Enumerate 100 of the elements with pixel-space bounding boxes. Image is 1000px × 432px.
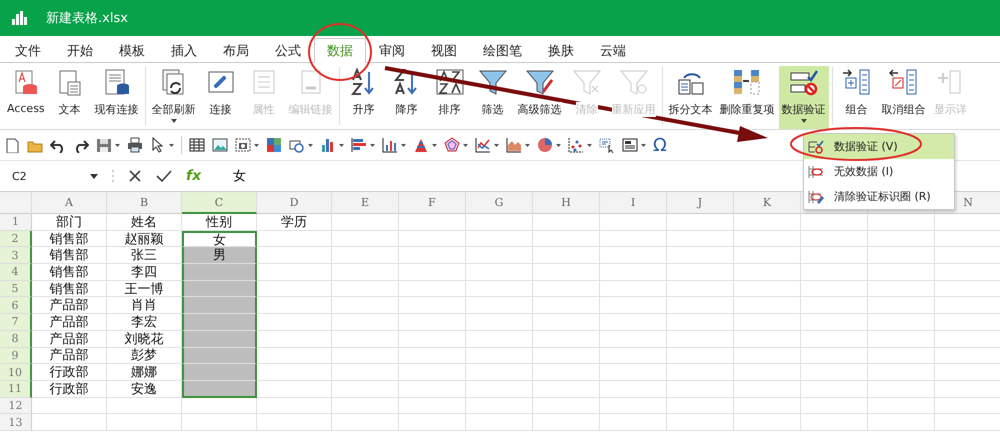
pie-chart-icon[interactable] bbox=[537, 137, 553, 153]
caret-icon[interactable] bbox=[308, 144, 313, 146]
funnel-refresh-icon bbox=[618, 68, 649, 96]
table-cell[interactable]: 性别 bbox=[182, 214, 257, 231]
column-header[interactable]: C bbox=[182, 192, 257, 214]
column-header[interactable]: G bbox=[466, 192, 533, 214]
caret-icon[interactable] bbox=[115, 144, 120, 146]
scatter-chart-icon[interactable] bbox=[568, 137, 584, 153]
symbol-button[interactable]: Ω bbox=[653, 134, 667, 156]
table-cell[interactable]: 姓名 bbox=[107, 214, 182, 231]
camera-icon[interactable] bbox=[235, 137, 251, 153]
table-cell[interactable]: 产品部 bbox=[32, 330, 107, 348]
menu-item[interactable]: 无效数据 (I) bbox=[804, 159, 954, 184]
column-header[interactable]: J bbox=[667, 192, 734, 214]
printer-icon[interactable] bbox=[127, 137, 143, 153]
row-header[interactable]: 12 bbox=[0, 398, 32, 414]
row-header[interactable]: 11 bbox=[0, 380, 32, 398]
column-header[interactable]: E bbox=[332, 192, 399, 214]
caret-icon[interactable] bbox=[494, 144, 499, 146]
table-cell[interactable] bbox=[182, 264, 257, 281]
caret-icon[interactable] bbox=[169, 144, 174, 146]
caret-icon[interactable] bbox=[254, 144, 259, 146]
select-text-icon[interactable] bbox=[599, 137, 615, 153]
table-cell[interactable]: 部门 bbox=[32, 214, 107, 231]
caret-icon[interactable] bbox=[401, 144, 406, 146]
table-cell[interactable]: 行政部 bbox=[32, 364, 107, 381]
table-cell[interactable] bbox=[182, 330, 257, 348]
color-grid-icon[interactable] bbox=[266, 137, 282, 153]
caret-icon[interactable] bbox=[463, 144, 468, 146]
row-header[interactable]: 10 bbox=[0, 364, 32, 381]
image-icon[interactable] bbox=[212, 137, 228, 153]
table-cell[interactable]: 销售部 bbox=[32, 230, 107, 248]
table-cell[interactable] bbox=[182, 314, 257, 331]
table-cell[interactable]: 行政部 bbox=[32, 380, 107, 398]
group-icon bbox=[842, 68, 872, 96]
row-header[interactable]: 13 bbox=[0, 414, 32, 431]
table-cell[interactable] bbox=[182, 280, 257, 298]
ribbon-tab[interactable]: 数据 bbox=[314, 38, 366, 63]
caret-icon[interactable] bbox=[370, 144, 375, 146]
column-header[interactable]: F bbox=[399, 192, 466, 214]
save-icon[interactable] bbox=[96, 137, 112, 153]
table-cell[interactable] bbox=[182, 364, 257, 381]
column-header[interactable]: I bbox=[600, 192, 667, 214]
menu-item[interactable]: 数据验证 (V) bbox=[804, 134, 954, 159]
new-file-icon[interactable] bbox=[4, 137, 20, 153]
name-box[interactable]: C2 bbox=[0, 170, 98, 182]
table-cell[interactable]: 产品部 bbox=[32, 297, 107, 314]
cancel-icon[interactable] bbox=[128, 169, 142, 183]
funnel-clear-icon bbox=[572, 68, 602, 96]
row-header[interactable]: 5 bbox=[0, 280, 32, 298]
formula-input[interactable]: 女 bbox=[233, 167, 246, 185]
column-header[interactable]: B bbox=[107, 192, 182, 214]
annotation-circle bbox=[308, 23, 372, 81]
column-header[interactable]: A bbox=[32, 192, 107, 214]
select-all-corner[interactable] bbox=[0, 192, 32, 214]
row-header[interactable]: 1 bbox=[0, 214, 32, 231]
column-header[interactable]: D bbox=[257, 192, 332, 214]
table-cell[interactable] bbox=[182, 380, 257, 398]
ribbon-button[interactable]: 数据验证 bbox=[778, 66, 829, 129]
table-cell[interactable]: 产品部 bbox=[32, 314, 107, 331]
text-box-icon[interactable] bbox=[622, 137, 638, 153]
line-chart-icon[interactable] bbox=[475, 137, 491, 153]
table-cell[interactable]: 产品部 bbox=[32, 348, 107, 364]
row-header[interactable]: 3 bbox=[0, 247, 32, 264]
check-icon[interactable] bbox=[156, 169, 172, 183]
pointer-icon[interactable] bbox=[150, 137, 166, 153]
table-cell[interactable]: 销售部 bbox=[32, 280, 107, 298]
column-header[interactable]: K bbox=[734, 192, 801, 214]
caret-icon[interactable] bbox=[587, 144, 592, 146]
caret-icon[interactable] bbox=[641, 144, 646, 146]
eraser-icon bbox=[808, 190, 824, 204]
row-header[interactable]: 4 bbox=[0, 264, 32, 281]
horizontal-bar-chart-icon[interactable] bbox=[351, 137, 367, 153]
caret-icon bbox=[90, 174, 98, 178]
table-cell[interactable]: 销售部 bbox=[32, 264, 107, 281]
bar-chart-icon[interactable] bbox=[320, 137, 336, 153]
table-cell[interactable] bbox=[182, 297, 257, 314]
validation-icon bbox=[788, 68, 819, 96]
row-header[interactable]: 2 bbox=[0, 230, 32, 248]
caret-icon[interactable] bbox=[525, 144, 530, 146]
caret-icon[interactable] bbox=[556, 144, 561, 146]
radar-chart-icon[interactable] bbox=[444, 137, 460, 153]
caret-icon[interactable] bbox=[339, 144, 344, 146]
table-cell[interactable] bbox=[182, 348, 257, 364]
row-header[interactable]: 7 bbox=[0, 314, 32, 331]
area-chart-icon[interactable] bbox=[506, 137, 522, 153]
row-header[interactable]: 9 bbox=[0, 348, 32, 364]
caret-icon[interactable] bbox=[432, 144, 437, 146]
ungroup-icon bbox=[888, 68, 919, 96]
row-header[interactable]: 6 bbox=[0, 297, 32, 314]
table-cell[interactable]: 赵丽颖 bbox=[107, 230, 182, 248]
table-icon[interactable] bbox=[189, 137, 205, 153]
table-cell[interactable]: 男 bbox=[182, 247, 257, 264]
column-header[interactable]: H bbox=[533, 192, 600, 214]
bar-chart-icon bbox=[12, 11, 28, 25]
row-header[interactable]: 8 bbox=[0, 330, 32, 348]
menu-item[interactable]: 清除验证标识圈 (R) bbox=[804, 184, 954, 209]
table-cell[interactable]: 学历 bbox=[257, 214, 332, 231]
table-cell[interactable]: 销售部 bbox=[32, 247, 107, 264]
column-chart-icon[interactable] bbox=[382, 137, 398, 153]
